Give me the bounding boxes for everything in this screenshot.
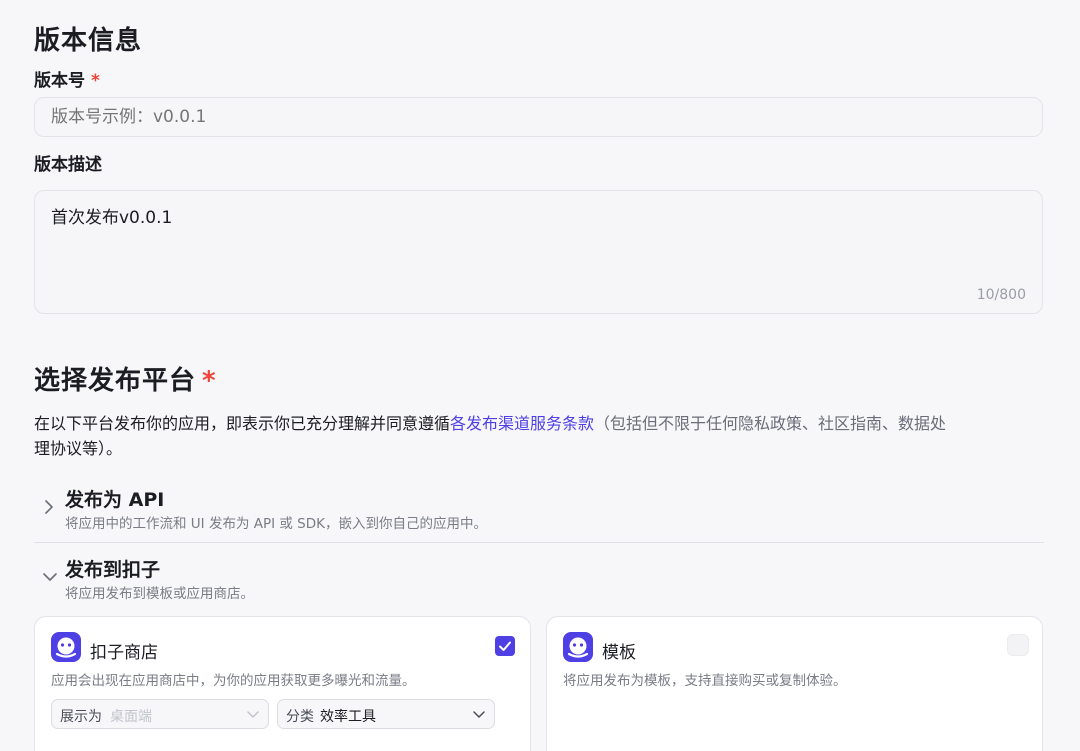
required-mark: *: [202, 366, 217, 396]
collapse-coze-subtitle: 将应用发布到模板或应用商店。: [65, 586, 254, 602]
platform-section-title: 选择发布平台 *: [34, 360, 217, 397]
collapse-api-title[interactable]: 发布为 API: [65, 485, 164, 512]
version-section-title: 版本信息: [34, 26, 143, 56]
terms-suffix: （包括但不限于任何隐私政策、社区指南、数据处: [594, 414, 947, 433]
platform-section-title-text: 选择发布平台: [34, 366, 197, 396]
terms-link[interactable]: 各发布渠道服务条款: [450, 414, 594, 433]
version-desc-textarea[interactable]: 首次发布v0.0.1 10/800: [34, 190, 1043, 314]
version-number-label: 版本号 *: [34, 66, 100, 91]
collapse-divider: [34, 542, 1044, 543]
collapse-coze-title[interactable]: 发布到扣子: [65, 555, 160, 582]
coze-logo-icon: [51, 632, 81, 662]
store-card-description: 应用会出现在应用商店中，为你的应用获取更多曝光和流量。: [51, 673, 416, 689]
required-mark: *: [91, 71, 100, 91]
store-card-title: 扣子商店: [90, 643, 158, 663]
checkmark-icon: [499, 641, 511, 651]
version-desc-value[interactable]: 首次发布v0.0.1: [51, 203, 172, 228]
chevron-down-icon: [43, 573, 57, 581]
version-desc-label: 版本描述: [34, 155, 102, 175]
category-select[interactable]: 分类 效率工具: [277, 699, 495, 729]
collapse-coze-header[interactable]: 发布到扣子 将应用发布到模板或应用商店。: [34, 550, 1044, 606]
display-mode-select[interactable]: 展示为 桌面端: [51, 699, 269, 729]
coze-logo-icon: [563, 632, 593, 662]
version-number-input[interactable]: [51, 106, 1011, 128]
category-value: 效率工具: [320, 709, 376, 725]
template-card[interactable]: 模板 将应用发布为模板，支持直接购买或复制体验。: [546, 616, 1043, 751]
collapse-api-subtitle: 将应用中的工作流和 UI 发布为 API 或 SDK，嵌入到你自己的应用中。: [65, 516, 487, 532]
display-mode-label: 展示为: [60, 709, 102, 725]
store-card-checkbox[interactable]: [495, 636, 515, 656]
template-card-description: 将应用发布为模板，支持直接购买或复制体验。: [563, 673, 847, 689]
chevron-down-icon: [473, 711, 485, 718]
category-label: 分类: [286, 709, 314, 725]
template-card-checkbox[interactable]: [1007, 634, 1029, 656]
platform-terms-text: 在以下平台发布你的应用，即表示你已充分理解并同意遵循各发布渠道服务条款（包括但不…: [34, 411, 1046, 437]
display-mode-value: 桌面端: [110, 709, 152, 725]
template-card-title: 模板: [602, 643, 636, 663]
platform-terms-text-line2: 理协议等）。: [34, 439, 123, 458]
version-number-label-text: 版本号: [34, 71, 85, 91]
collapse-api-header[interactable]: 发布为 API 将应用中的工作流和 UI 发布为 API 或 SDK，嵌入到你自…: [34, 480, 1044, 536]
version-number-field[interactable]: [34, 97, 1043, 137]
version-desc-counter: 10/800: [976, 287, 1026, 303]
terms-prefix: 在以下平台发布你的应用，即表示你已充分理解并同意遵循: [34, 414, 451, 433]
chevron-down-icon: [247, 711, 259, 718]
chevron-right-icon: [45, 500, 53, 514]
store-card[interactable]: 扣子商店 应用会出现在应用商店中，为你的应用获取更多曝光和流量。 展示为 桌面端…: [34, 616, 531, 751]
